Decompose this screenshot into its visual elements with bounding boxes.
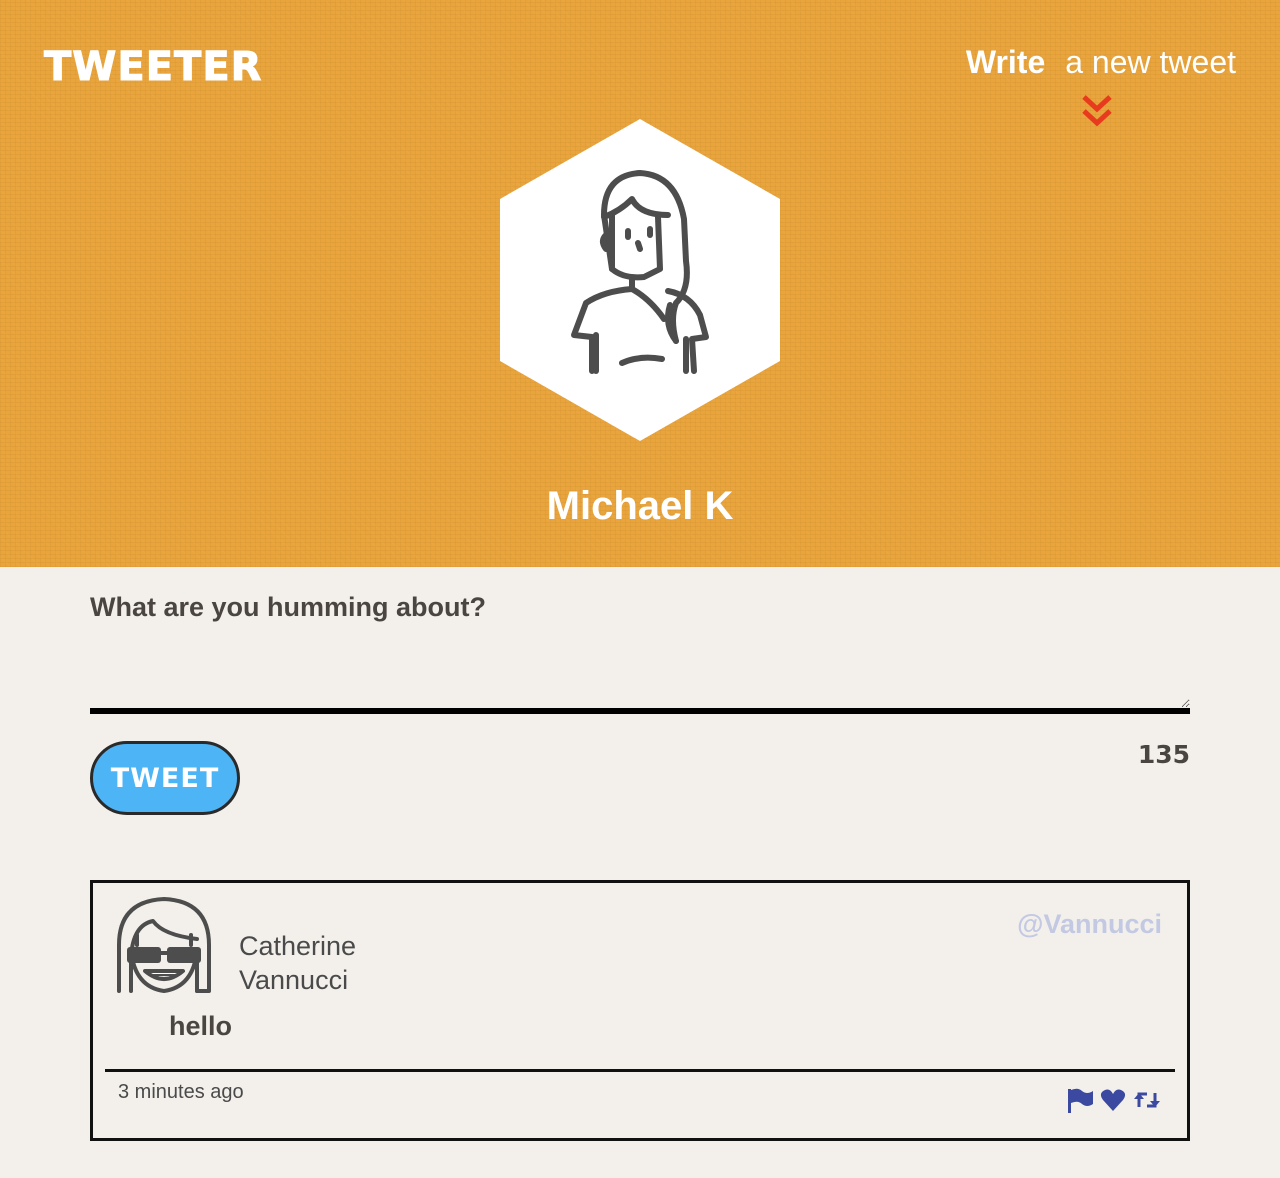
retweet-icon[interactable] bbox=[1132, 1089, 1162, 1111]
tweet-author-name: Catherine Vannucci bbox=[239, 931, 357, 995]
avatar bbox=[117, 897, 211, 993]
profile-avatar bbox=[500, 119, 780, 441]
tweet-content: hello bbox=[169, 1011, 233, 1041]
app-logo[interactable]: TWEETER bbox=[43, 44, 262, 91]
profile-name: Michael K bbox=[546, 484, 734, 528]
compose-form: What are you humming about? TWEET 135 bbox=[90, 592, 1190, 815]
profile-header: TWEETER Write a new tweet Michael K bbox=[0, 0, 1280, 567]
tweet-textarea[interactable] bbox=[90, 644, 1190, 714]
tweet-button[interactable]: TWEET bbox=[90, 741, 240, 815]
compose-label: What are you humming about? bbox=[90, 592, 486, 622]
char-counter: 135 bbox=[1137, 740, 1190, 769]
write-label-light: a new tweet bbox=[1065, 44, 1236, 80]
tweet-timestamp: 3 minutes ago bbox=[118, 1081, 244, 1103]
chevron-double-down-icon[interactable] bbox=[1081, 93, 1113, 129]
heart-icon[interactable] bbox=[1100, 1088, 1126, 1112]
tweet-card: Catherine Vannucci @Vannucci hello 3 min… bbox=[90, 880, 1190, 1141]
tweet-actions bbox=[1066, 1087, 1162, 1113]
tweet-author-handle: @Vannucci bbox=[1017, 909, 1162, 939]
tweet-divider bbox=[105, 1069, 1175, 1072]
flag-icon[interactable] bbox=[1066, 1087, 1094, 1113]
write-new-tweet-toggle[interactable]: Write a new tweet bbox=[966, 44, 1236, 81]
write-label-strong: Write bbox=[965, 44, 1046, 80]
